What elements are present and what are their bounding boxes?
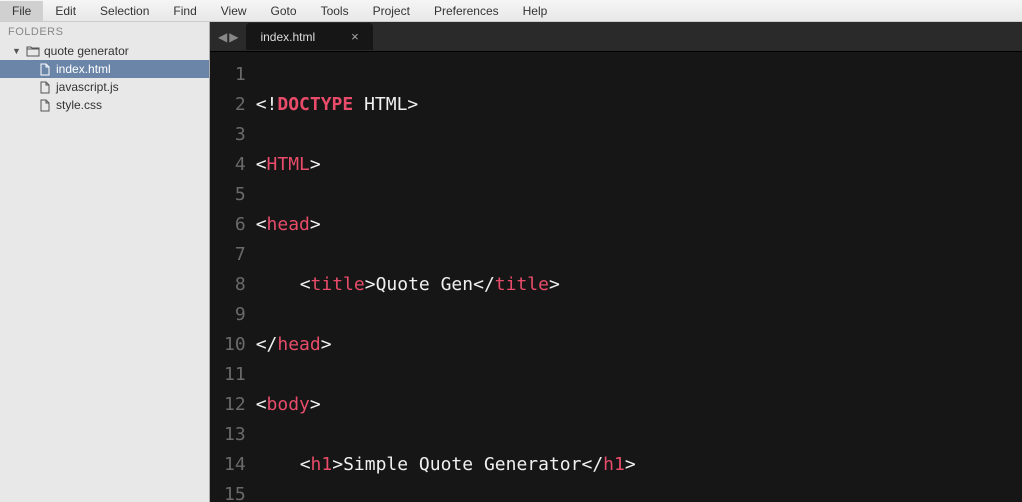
line-number: 2 <box>224 90 246 120</box>
file-icon <box>38 81 52 94</box>
tab-index-html[interactable]: index.html × <box>246 23 372 50</box>
tree-file-javascript[interactable]: javascript.js <box>0 78 209 96</box>
close-icon[interactable]: × <box>351 29 359 44</box>
menu-preferences[interactable]: Preferences <box>422 1 511 21</box>
folders-header: FOLDERS <box>0 22 209 42</box>
menubar: File Edit Selection Find View Goto Tools… <box>0 0 1022 22</box>
code-token: < <box>256 394 267 415</box>
line-number: 14 <box>224 450 246 480</box>
menu-project[interactable]: Project <box>361 1 422 21</box>
code-token: Quote Gen <box>376 274 474 295</box>
line-number: 11 <box>224 360 246 390</box>
line-number: 7 <box>224 240 246 270</box>
code-token: > <box>625 454 636 475</box>
line-number: 15 <box>224 480 246 502</box>
code-editor[interactable]: 1 2 3 4 5 6 7 8 9 10 11 12 13 14 15 <!DO… <box>210 52 1022 502</box>
code-token: title <box>311 274 365 295</box>
code-token: > <box>332 454 343 475</box>
main-area: FOLDERS ▼ quote generator index.html jav… <box>0 22 1022 502</box>
line-number: 3 <box>224 120 246 150</box>
tree-file-index[interactable]: index.html <box>0 60 209 78</box>
menu-file[interactable]: File <box>0 1 43 21</box>
line-gutter: 1 2 3 4 5 6 7 8 9 10 11 12 13 14 15 <box>210 52 256 502</box>
line-number: 10 <box>224 330 246 360</box>
code-token: body <box>267 394 310 415</box>
chevron-down-icon: ▼ <box>12 46 22 56</box>
menu-selection[interactable]: Selection <box>88 1 161 21</box>
nav-back-icon[interactable]: ◀ <box>218 30 227 44</box>
code-token: > <box>549 274 560 295</box>
code-token: < <box>256 154 267 175</box>
tree-folder-label: quote generator <box>44 44 129 58</box>
code-token: head <box>267 214 310 235</box>
code-token: Simple Quote Generator <box>343 454 581 475</box>
code-token: title <box>495 274 549 295</box>
code-token: DOCTYPE <box>277 94 353 115</box>
tree-file-label: style.css <box>56 98 102 112</box>
code-token: HTML <box>267 154 310 175</box>
tree-file-style[interactable]: style.css <box>0 96 209 114</box>
nav-forward-icon[interactable]: ▶ <box>229 30 238 44</box>
code-token: > <box>365 274 376 295</box>
code-token: h1 <box>603 454 625 475</box>
code-token: < <box>300 274 311 295</box>
folder-open-icon <box>26 45 40 57</box>
tab-label: index.html <box>260 30 315 44</box>
tabbar: ◀ ▶ index.html × <box>210 22 1022 52</box>
code-token: > <box>310 394 321 415</box>
line-number: 5 <box>224 180 246 210</box>
code-token: > <box>310 154 321 175</box>
line-number: 1 <box>224 60 246 90</box>
menu-find[interactable]: Find <box>161 1 208 21</box>
file-icon <box>38 99 52 112</box>
code-token: </ <box>473 274 495 295</box>
code-content[interactable]: <!DOCTYPE HTML> <HTML> <head> <title>Quo… <box>256 52 809 502</box>
tree-file-label: index.html <box>56 62 111 76</box>
code-token: > <box>310 214 321 235</box>
menu-edit[interactable]: Edit <box>43 1 88 21</box>
code-token: <! <box>256 94 278 115</box>
editor-area: ◀ ▶ index.html × 1 2 3 4 5 6 7 8 9 10 11 <box>210 22 1022 502</box>
file-icon <box>38 63 52 76</box>
menu-tools[interactable]: Tools <box>309 1 361 21</box>
tree-folder-root[interactable]: ▼ quote generator <box>0 42 209 60</box>
code-token: h1 <box>311 454 333 475</box>
line-number: 12 <box>224 390 246 420</box>
file-tree: ▼ quote generator index.html javascript.… <box>0 42 209 502</box>
menu-help[interactable]: Help <box>511 1 560 21</box>
line-number: 6 <box>224 210 246 240</box>
sidebar: FOLDERS ▼ quote generator index.html jav… <box>0 22 210 502</box>
menu-view[interactable]: View <box>209 1 259 21</box>
code-token: > <box>407 94 418 115</box>
code-token: </ <box>581 454 603 475</box>
tree-file-label: javascript.js <box>56 80 119 94</box>
code-token: < <box>300 454 311 475</box>
line-number: 13 <box>224 420 246 450</box>
code-token: head <box>277 334 320 355</box>
line-number: 9 <box>224 300 246 330</box>
tab-nav: ◀ ▶ <box>210 30 246 44</box>
menu-goto[interactable]: Goto <box>259 1 309 21</box>
line-number: 4 <box>224 150 246 180</box>
code-token: HTML <box>353 94 407 115</box>
code-token: > <box>321 334 332 355</box>
code-token: </ <box>256 334 278 355</box>
line-number: 8 <box>224 270 246 300</box>
code-token: < <box>256 214 267 235</box>
